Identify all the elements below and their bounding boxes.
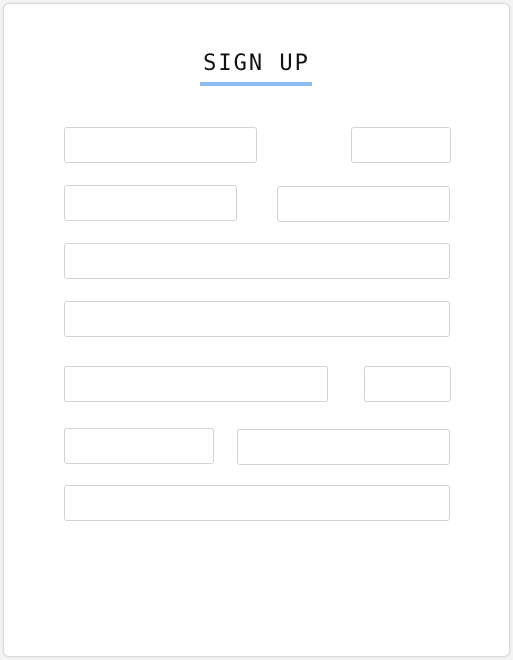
page-title: SIGN UP [203,51,310,76]
signup-field-7[interactable] [64,366,328,402]
signup-field-1[interactable] [64,127,257,163]
signup-field-11[interactable] [64,485,450,521]
signup-field-6[interactable] [64,301,450,337]
signup-field-10[interactable] [237,429,450,465]
signup-field-9[interactable] [64,428,214,464]
signup-field-2[interactable] [351,127,451,163]
signup-field-8[interactable] [364,366,451,402]
signup-field-3[interactable] [64,185,237,221]
title-underline [200,82,312,86]
signup-field-4[interactable] [277,186,450,222]
signup-field-5[interactable] [64,243,450,279]
